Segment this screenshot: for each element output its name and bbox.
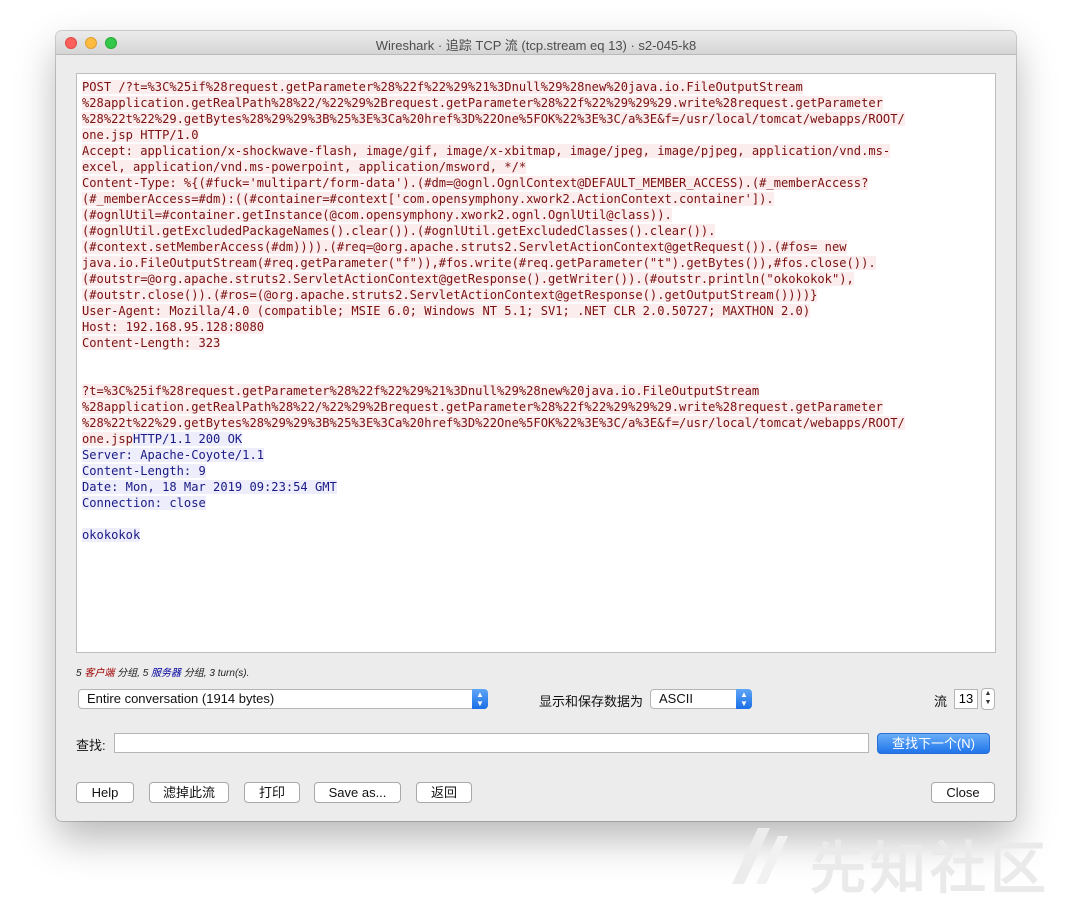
- server-label: 服务器: [151, 668, 182, 679]
- help-button[interactable]: Help: [76, 782, 134, 803]
- server-response-headers: Server: Apache-Coyote/1.1 Content-Length…: [82, 448, 337, 510]
- request-body-line: %28%22t%22%29.getBytes%28%29%29%3B%25%3E…: [82, 416, 905, 430]
- request-header-line: User-Agent: Mozilla/4.0 (compatible; MSI…: [82, 304, 811, 318]
- request-header-line: java.io.FileOutputStream(#req.getParamet…: [82, 256, 876, 270]
- watermark-text: 先知社区: [810, 837, 1050, 902]
- find-next-button[interactable]: 查找下一个(N): [877, 733, 990, 754]
- response-header-line: Content-Length: 9: [82, 464, 206, 478]
- format-select[interactable]: ASCII ▲ ▼: [650, 689, 752, 709]
- request-header-line: (#_memberAccess=#dm):((#container=#conte…: [82, 192, 774, 206]
- request-header-line: (#ognlUtil.getExcludedPackageNames().cle…: [82, 224, 716, 238]
- chevron-updown-icon: ▲ ▼: [736, 689, 752, 709]
- request-header-line: (#outstr.close()).(#ros=(@org.apache.str…: [82, 288, 818, 302]
- stream-number-field[interactable]: 13: [954, 689, 978, 709]
- request-header-line: Content-Type: %{(#fuck='multipart/form-d…: [82, 176, 869, 190]
- stream-stepper[interactable]: ▲ ▼: [981, 688, 995, 710]
- save-as-button[interactable]: Save as...: [314, 782, 401, 803]
- request-body-line: %28application.getRealPath%28%22/%22%29%…: [82, 400, 883, 414]
- request-header-line: excel, application/vnd.ms-powerpoint, ap…: [82, 160, 527, 174]
- xianzhi-logo-icon: [732, 828, 788, 884]
- request-header-line: (#context.setMemberAccess(#dm)))).(#req=…: [82, 240, 847, 254]
- conversation-stats: 5 客户端 分组, 5 服务器 分组, 3 turn(s).: [76, 668, 250, 679]
- client-label: 客户端: [84, 668, 115, 679]
- server-status-line: HTTP/1.1 200 OK: [132, 432, 243, 446]
- request-header-line: Content-Length: 323: [82, 336, 221, 350]
- watermark: 先知社区: [722, 822, 1062, 902]
- request-header-line: (#outstr=@org.apache.struts2.ServletActi…: [82, 272, 854, 286]
- stream-label: 流: [934, 694, 948, 709]
- display-format-label: 显示和保存数据为: [539, 694, 644, 709]
- request-header-line: POST /?t=%3C%25if%28request.getParameter…: [82, 80, 803, 94]
- request-header-line: %28application.getRealPath%28%22/%22%29%…: [82, 96, 883, 110]
- request-header-line: Accept: application/x-shockwave-flash, i…: [82, 144, 891, 158]
- request-header-line: %28%22t%22%29.getBytes%28%29%29%3B%25%3E…: [82, 112, 905, 126]
- filter-out-stream-button[interactable]: 滤掉此流: [149, 782, 229, 803]
- find-label: 查找:: [76, 738, 106, 753]
- response-header-line: Server: Apache-Coyote/1.1: [82, 448, 265, 462]
- server-response-body: okokokok: [82, 528, 141, 542]
- close-button[interactable]: Close: [931, 782, 995, 803]
- stream-content-area[interactable]: POST /?t=%3C%25if%28request.getParameter…: [76, 73, 996, 653]
- client-request-text: POST /?t=%3C%25if%28request.getParameter…: [82, 80, 905, 350]
- request-header-line: (#ognlUtil=#container.getInstance(@com.o…: [82, 208, 672, 222]
- response-header-line: Connection: close: [82, 496, 206, 510]
- stream-text[interactable]: POST /?t=%3C%25if%28request.getParameter…: [82, 79, 905, 543]
- request-header-line: one.jsp HTTP/1.0: [82, 128, 199, 142]
- find-input[interactable]: [114, 733, 869, 753]
- follow-tcp-stream-window: Wireshark · 追踪 TCP 流 (tcp.stream eq 13) …: [56, 31, 1016, 821]
- request-body-line: ?t=%3C%25if%28request.getParameter%28%22…: [82, 384, 760, 398]
- back-button[interactable]: 返回: [416, 782, 472, 803]
- conversation-select[interactable]: Entire conversation (1914 bytes) ▲ ▼: [78, 689, 488, 709]
- window-title: Wireshark · 追踪 TCP 流 (tcp.stream eq 13) …: [375, 38, 697, 53]
- chevron-updown-icon: ▲ ▼: [472, 689, 488, 709]
- title-bar[interactable]: Wireshark · 追踪 TCP 流 (tcp.stream eq 13) …: [56, 31, 1016, 55]
- print-button[interactable]: 打印: [244, 782, 300, 803]
- chevron-up-icon[interactable]: ▲: [985, 690, 992, 697]
- request-body-line: one.jsp: [82, 432, 133, 446]
- response-header-line: Date: Mon, 18 Mar 2019 09:23:54 GMT: [82, 480, 337, 494]
- chevron-down-icon[interactable]: ▼: [985, 699, 992, 706]
- request-header-line: Host: 192.168.95.128:8080: [82, 320, 265, 334]
